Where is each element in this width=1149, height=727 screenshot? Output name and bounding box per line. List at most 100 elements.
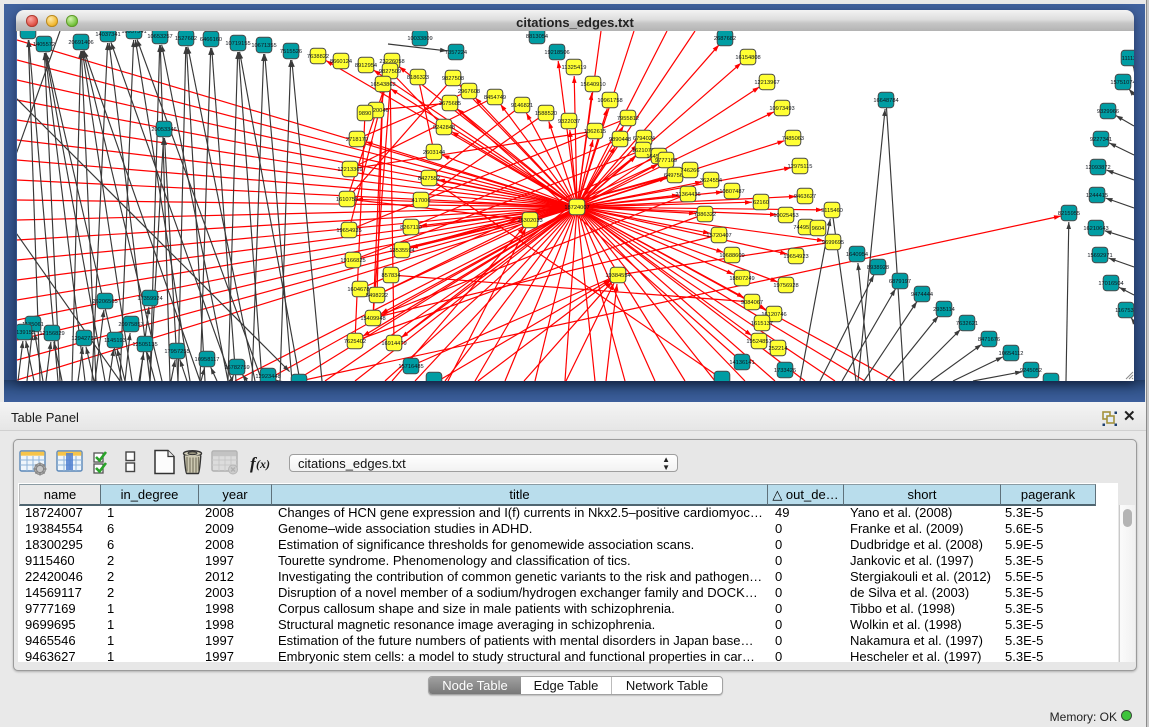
svg-text:7485063: 7485063 <box>782 136 804 142</box>
svg-text:11325419: 11325419 <box>562 65 587 71</box>
svg-text:7955812: 7955812 <box>617 116 639 122</box>
svg-text:19166825: 19166825 <box>340 258 365 264</box>
svg-text:8471676: 8471676 <box>978 337 1000 343</box>
svg-text:1167533: 1167533 <box>1115 308 1134 314</box>
svg-text:6466160: 6466160 <box>200 37 222 43</box>
svg-text:1527602: 1527602 <box>175 36 197 42</box>
svg-text:7638822: 7638822 <box>307 54 329 60</box>
svg-text:15716485: 15716485 <box>398 364 423 370</box>
svg-text:18807249: 18807249 <box>729 276 754 282</box>
svg-text:1145193: 1145193 <box>104 338 126 344</box>
svg-text:16154808: 16154808 <box>735 55 760 61</box>
svg-text:25302033: 25302033 <box>517 218 542 224</box>
svg-text:16543862: 16543862 <box>370 82 395 88</box>
svg-text:1362615: 1362615 <box>584 129 606 135</box>
svg-text:10961758: 10961758 <box>597 98 622 104</box>
svg-text:16914479: 16914479 <box>381 341 406 347</box>
svg-text:1405572: 1405572 <box>33 42 55 48</box>
svg-text:2603144: 2603144 <box>423 150 445 156</box>
svg-text:8186323: 8186323 <box>407 75 429 81</box>
svg-text:9227341: 9227341 <box>1090 137 1112 143</box>
svg-text:10688609: 10688609 <box>719 253 744 259</box>
svg-text:15692971: 15692971 <box>1087 253 1112 259</box>
svg-text:1588520: 1588520 <box>535 111 557 117</box>
svg-text:9890448: 9890448 <box>609 137 631 143</box>
svg-text:8813054: 8813054 <box>526 34 548 40</box>
svg-text:10973493: 10973493 <box>769 106 794 112</box>
svg-text:2718170: 2718170 <box>346 137 368 143</box>
svg-text:857834: 857834 <box>382 273 401 279</box>
svg-text:10025453: 10025453 <box>773 213 798 219</box>
svg-text:19524851: 19524851 <box>746 339 771 345</box>
svg-text:2935114: 2935114 <box>933 307 955 313</box>
svg-text:19384554: 19384554 <box>605 273 630 279</box>
svg-text:9890: 9890 <box>359 111 372 117</box>
svg-text:16648784: 16648784 <box>873 98 898 104</box>
svg-text:19654923: 19654923 <box>783 254 808 260</box>
svg-text:12942737: 12942737 <box>71 336 96 342</box>
svg-text:15640910: 15640910 <box>580 82 605 88</box>
svg-text:9329966: 9329966 <box>1097 109 1119 115</box>
svg-text:8912954: 8912954 <box>355 63 377 69</box>
svg-text:1733426: 1733426 <box>774 368 796 374</box>
svg-text:417006: 417006 <box>412 198 431 204</box>
svg-text:2967608: 2967608 <box>458 89 480 95</box>
svg-text:7632621: 7632621 <box>956 321 978 327</box>
svg-text:8454749: 8454749 <box>484 95 506 101</box>
svg-text:19756928: 19756928 <box>773 283 798 289</box>
svg-text:9699695: 9699695 <box>822 240 844 246</box>
svg-text:9084067: 9084067 <box>741 300 763 306</box>
svg-text:17359924: 17359924 <box>137 296 162 302</box>
svg-text:12156829: 12156829 <box>39 331 64 337</box>
svg-text:7515526: 7515526 <box>280 49 302 55</box>
svg-text:3675685: 3675685 <box>439 101 461 107</box>
svg-text:12213967: 12213967 <box>754 80 779 86</box>
svg-text:16210643: 16210643 <box>1083 226 1108 232</box>
svg-text:9146821: 9146821 <box>511 103 533 109</box>
svg-text:2687682: 2687682 <box>714 36 736 42</box>
svg-text:1640954: 1640954 <box>846 252 868 258</box>
svg-text:10807487: 10807487 <box>719 189 744 195</box>
svg-text:9242848: 9242848 <box>433 125 455 131</box>
svg-text:21364436: 21364436 <box>675 192 700 198</box>
svg-text:14136141: 14136141 <box>729 360 754 366</box>
svg-text:9827508: 9827508 <box>442 76 464 82</box>
svg-text:20975857: 20975857 <box>118 322 143 328</box>
svg-text:10958117: 10958117 <box>195 357 220 363</box>
svg-text:9245052: 9245052 <box>1020 368 1042 374</box>
svg-text:12213369: 12213369 <box>337 167 362 173</box>
svg-text:9115460: 9115460 <box>821 208 843 214</box>
svg-text:14037341: 14037341 <box>95 32 120 38</box>
svg-text:10671355: 10671355 <box>251 43 276 49</box>
svg-text:19654935: 19654935 <box>336 228 361 234</box>
svg-text:10033809: 10033809 <box>407 36 432 42</box>
svg-text:19218506: 19218506 <box>544 50 569 56</box>
svg-text:9322037: 9322037 <box>558 119 580 125</box>
svg-text:7357224: 7357224 <box>445 50 467 56</box>
svg-text:10654112: 10654112 <box>999 351 1024 357</box>
svg-text:12923448: 12923448 <box>255 374 280 380</box>
svg-text:15751074: 15751074 <box>1110 80 1134 86</box>
svg-text:10937341: 10937341 <box>121 31 146 35</box>
svg-text:3624554: 3624554 <box>700 178 722 184</box>
svg-text:62160: 62160 <box>753 200 769 206</box>
svg-text:746266: 746266 <box>681 168 700 174</box>
svg-text:5498222: 5498222 <box>366 293 388 299</box>
svg-text:8427552: 8427552 <box>418 176 440 182</box>
svg-text:10719155: 10719155 <box>225 41 250 47</box>
svg-text:17957255: 17957255 <box>164 349 189 355</box>
svg-text:8938928: 8938928 <box>867 265 889 271</box>
svg-text:6794024: 6794024 <box>633 136 655 142</box>
svg-text:13535594: 13535594 <box>389 248 414 254</box>
svg-text:252214: 252214 <box>769 346 788 352</box>
svg-text:8267110: 8267110 <box>400 225 422 231</box>
svg-text:10653257: 10653257 <box>147 34 172 40</box>
svg-text:15409948: 15409948 <box>360 316 385 322</box>
svg-text:16782759: 16782759 <box>224 365 249 371</box>
svg-text:12093872: 12093872 <box>1085 165 1110 171</box>
svg-text:1244415: 1244415 <box>1086 193 1108 199</box>
svg-text:7625402: 7625402 <box>344 339 366 345</box>
svg-text:1610755: 1610755 <box>336 197 358 203</box>
svg-text:6879197: 6879197 <box>889 279 911 285</box>
svg-text:8215955: 8215955 <box>1058 211 1080 217</box>
